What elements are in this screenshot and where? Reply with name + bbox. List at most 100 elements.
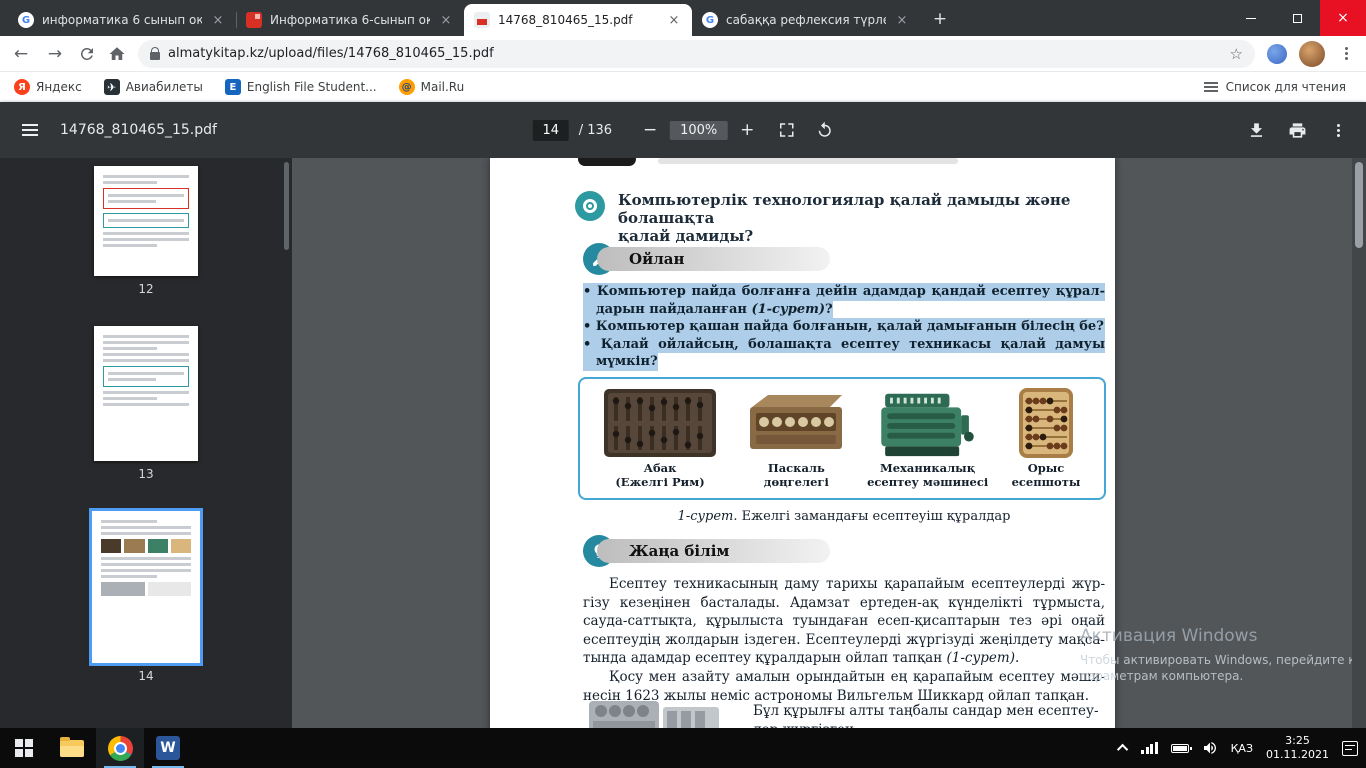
- pdf-filename: 14768_810465_15.pdf: [60, 122, 217, 138]
- action-center-icon[interactable]: [1342, 740, 1358, 756]
- tab-close-icon[interactable]: ×: [210, 13, 226, 28]
- mailru-favicon: @: [398, 79, 415, 95]
- refresh-icon[interactable]: [78, 45, 96, 63]
- pdf-page: Компьютерлік технологиялар қалай дамыды …: [490, 158, 1115, 728]
- tab-title: 14768_810465_15.pdf: [498, 13, 633, 27]
- system-tray: ҚАЗ 3:25 01.11.2021: [1117, 728, 1366, 768]
- windows-logo-icon: [15, 739, 33, 757]
- viewer-scrollbar[interactable]: [1352, 158, 1366, 728]
- reading-list-icon: [1203, 82, 1218, 92]
- windows-activation-watermark: Активация Windows Чтобы активировать Win…: [1080, 626, 1356, 684]
- question-line: • Компьютер қашан пайда болғанын, қалай …: [583, 318, 1105, 336]
- window-controls: ×: [1228, 0, 1366, 36]
- restore-icon: [1292, 13, 1302, 23]
- pdf-thumbnail-sidebar: 12 13 14: [0, 158, 292, 728]
- bookmark-star-icon[interactable]: ☆: [1230, 45, 1243, 63]
- thumbnail-page-number: 13: [138, 467, 154, 481]
- zoom-out-icon[interactable]: −: [640, 120, 660, 140]
- tab-pdf-active[interactable]: 14768_810465_15.pdf ×: [464, 4, 692, 36]
- extension-icon[interactable]: [1267, 43, 1287, 64]
- english-file-favicon: E: [224, 79, 241, 95]
- bookmark-label: English File Student...: [246, 80, 377, 94]
- tab-informatika-okushy[interactable]: Информатика 6-сынып оқушы ×: [236, 4, 464, 36]
- page-header-fragment: [578, 158, 636, 166]
- thumbnail-item[interactable]: 13: [0, 326, 292, 481]
- thumbnail-item-current[interactable]: 14: [0, 508, 292, 683]
- lock-icon: [150, 46, 160, 60]
- restore-button[interactable]: [1274, 0, 1320, 36]
- close-button[interactable]: ×: [1320, 0, 1366, 36]
- file-explorer-button[interactable]: [48, 728, 96, 768]
- watermark-text: Чтобы активировать Windows, перейдите к …: [1080, 653, 1356, 683]
- reading-list-button[interactable]: Список для чтения: [1203, 80, 1352, 94]
- address-bar[interactable]: almatykitap.kz/upload/files/14768_810465…: [138, 39, 1255, 68]
- url-text[interactable]: almatykitap.kz/upload/files/14768_810465…: [168, 46, 1222, 61]
- tab-close-icon[interactable]: ×: [438, 13, 454, 28]
- question-line: • Қалай ойлайсың, болашақта есептеу техн…: [583, 335, 1105, 353]
- browser-menu-icon[interactable]: [1345, 47, 1348, 60]
- abacus-image: [604, 389, 716, 457]
- volume-icon[interactable]: [1202, 740, 1218, 756]
- google-favicon: G: [702, 12, 718, 28]
- print-icon[interactable]: [1288, 121, 1307, 140]
- document-favicon: [246, 12, 262, 28]
- taskbar-clock[interactable]: 3:25 01.11.2021: [1266, 734, 1329, 762]
- question-line: мүмкін?: [583, 353, 1105, 371]
- zoom-level[interactable]: 100%: [670, 120, 728, 140]
- pdf-menu-icon[interactable]: [22, 124, 38, 136]
- yandex-favicon: Я: [14, 79, 30, 95]
- tray-expand-icon[interactable]: [1117, 743, 1129, 756]
- download-icon[interactable]: [1247, 121, 1266, 140]
- figure-russian-abacus: Орыс есепшоты: [998, 386, 1094, 493]
- page-total: / 136: [578, 122, 613, 138]
- lesson-question-line: қалай дамиды?: [618, 227, 754, 245]
- bookmark-yandex[interactable]: Я Яндекс: [14, 79, 82, 95]
- plane-favicon: ✈: [103, 79, 120, 95]
- tab-informatika-okulyk[interactable]: G информатика 6 сынып оқулық А ×: [8, 4, 236, 36]
- forward-icon[interactable]: →: [44, 44, 66, 64]
- tab-refleksia[interactable]: G сабаққа рефлексия түрлері - Go ×: [692, 4, 920, 36]
- back-icon[interactable]: ←: [10, 44, 32, 64]
- sidebar-scrollbar[interactable]: [284, 162, 289, 250]
- bookmark-english-file[interactable]: E English File Student...: [224, 79, 377, 95]
- tab-close-icon[interactable]: ×: [666, 13, 682, 28]
- thumbnail-item[interactable]: 12: [0, 166, 292, 296]
- reading-list-label: Список для чтения: [1225, 80, 1346, 94]
- language-indicator[interactable]: ҚАЗ: [1231, 742, 1253, 755]
- pdf-more-icon[interactable]: [1337, 123, 1340, 137]
- schickard-machine-image: [583, 699, 741, 728]
- windows-taskbar: W ҚАЗ 3:25 01.11.2021: [0, 728, 1366, 768]
- rotate-icon[interactable]: [815, 121, 833, 139]
- home-icon[interactable]: [108, 45, 126, 63]
- profile-avatar[interactable]: [1299, 40, 1325, 67]
- question-icon: [575, 191, 605, 221]
- chrome-icon: [107, 735, 133, 761]
- battery-icon[interactable]: [1170, 743, 1192, 753]
- word-taskbar-button[interactable]: W: [144, 728, 192, 768]
- thumbnail-preview-current[interactable]: [89, 508, 203, 666]
- thumbnail-preview[interactable]: [94, 166, 198, 276]
- bookmark-mailru[interactable]: @ Mail.Ru: [398, 79, 464, 95]
- network-signal-icon[interactable]: [1141, 742, 1158, 754]
- chrome-taskbar-button[interactable]: [96, 728, 144, 768]
- bookmark-aviabilety[interactable]: ✈ Авиабилеты: [103, 79, 203, 95]
- watermark-title: Активация Windows: [1080, 626, 1258, 646]
- desktop-screen: G информатика 6 сынып оқулық А × Информа…: [0, 0, 1366, 768]
- viewer-scrollbar-thumb[interactable]: [1355, 162, 1363, 248]
- zoom-in-icon[interactable]: +: [737, 120, 757, 140]
- page-number-input[interactable]: [532, 119, 569, 141]
- minimize-icon: [1246, 17, 1256, 19]
- lesson-question-line: Компьютерлік технологиялар қалай дамыды …: [618, 191, 1071, 227]
- new-knowledge-header: Жаңа білім: [597, 539, 830, 563]
- thumbnail-preview[interactable]: [94, 326, 198, 461]
- google-favicon: G: [18, 12, 34, 28]
- start-button[interactable]: [0, 728, 48, 768]
- new-tab-button[interactable]: +: [926, 5, 954, 33]
- mechanical-calculator-image: [880, 393, 974, 457]
- tab-close-icon[interactable]: ×: [894, 13, 910, 28]
- minimize-button[interactable]: [1228, 0, 1274, 36]
- russian-abacus-image: [1018, 388, 1073, 458]
- paragraph-device: Бұл құрылғы алты таңбалы сандар мен есеп…: [753, 703, 1099, 728]
- fit-page-icon[interactable]: [777, 121, 795, 139]
- pdf-actions: [1247, 121, 1348, 140]
